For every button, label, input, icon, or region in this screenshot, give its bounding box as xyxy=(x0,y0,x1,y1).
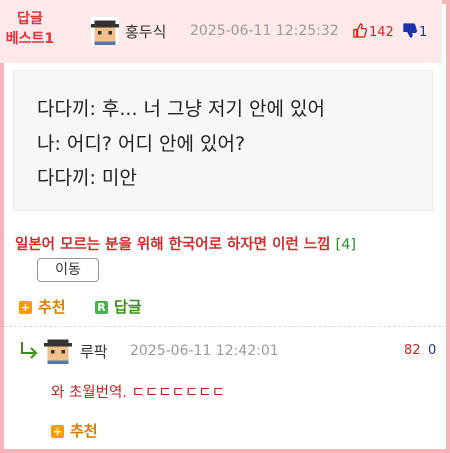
reply-downvote-count[interactable]: 0 xyxy=(428,343,436,358)
reply-upvote-count[interactable]: 82 xyxy=(404,343,421,358)
best-badge-line1: 답글 xyxy=(17,11,43,27)
upvote-count: 142 xyxy=(369,25,394,40)
plus-square-icon: + xyxy=(51,425,64,438)
downvote-count: 1 xyxy=(419,25,428,40)
recommend-label: 추천 xyxy=(38,298,66,316)
avatar-icon[interactable] xyxy=(91,17,119,45)
upvote-button[interactable]: 142 xyxy=(352,23,394,40)
reply-recommend-label: 추천 xyxy=(70,422,98,440)
comment-text: 일본어 모르는 분을 위해 한국어로 하자면 이런 느낌 [4] xyxy=(15,233,440,254)
quote-line: 나: 어디? 어디 안에 있어? xyxy=(37,133,246,155)
reply-timestamp: 2025-06-11 12:42:01 xyxy=(130,343,279,359)
thumbs-up-icon xyxy=(353,23,367,38)
divider xyxy=(4,326,446,327)
post-timestamp: 2025-06-11 12:25:32 xyxy=(190,23,339,39)
downvote-button[interactable]: 1 xyxy=(402,23,427,40)
reply-author-nickname[interactable]: 루팍 xyxy=(80,341,108,362)
thumbs-down-icon xyxy=(403,23,417,38)
reply-badge-icon: R xyxy=(95,301,108,314)
reply-arrow-icon xyxy=(21,342,38,359)
quote-line: 다다끼: 미안 xyxy=(37,167,137,189)
best-reply-badge: 답글 베스트1 xyxy=(0,9,60,49)
reply-recommend-button[interactable]: + 추천 xyxy=(51,420,98,441)
best-comment-header: 답글 베스트1 홍두식 2025-06-11 12:25:32 142 1 xyxy=(0,0,442,63)
quoted-text-box: 다다끼: 후... 너 그냥 저기 안에 있어 나: 어디? 어디 안에 있어?… xyxy=(13,70,433,211)
recommend-button[interactable]: + 추천 xyxy=(19,296,66,317)
reply-count[interactable]: [4] xyxy=(336,237,357,253)
move-button[interactable]: 이동 xyxy=(37,258,99,282)
comment-body: 일본어 모르는 분을 위해 한국어로 하자면 이런 느낌 xyxy=(15,237,331,253)
best-badge-line2: 베스트1 xyxy=(5,31,55,47)
quote-line: 다다끼: 후... 너 그냥 저기 안에 있어 xyxy=(37,98,325,120)
plus-square-icon: + xyxy=(19,301,32,314)
author-nickname[interactable]: 홍두식 xyxy=(125,21,166,42)
reply-button[interactable]: R 답글 xyxy=(95,296,142,317)
reply-body: 와 초월번역. ㄷㄷㄷㄷㄷㄷㄷ xyxy=(51,385,225,401)
reply-label: 답글 xyxy=(114,298,142,316)
avatar-icon[interactable] xyxy=(44,336,72,364)
